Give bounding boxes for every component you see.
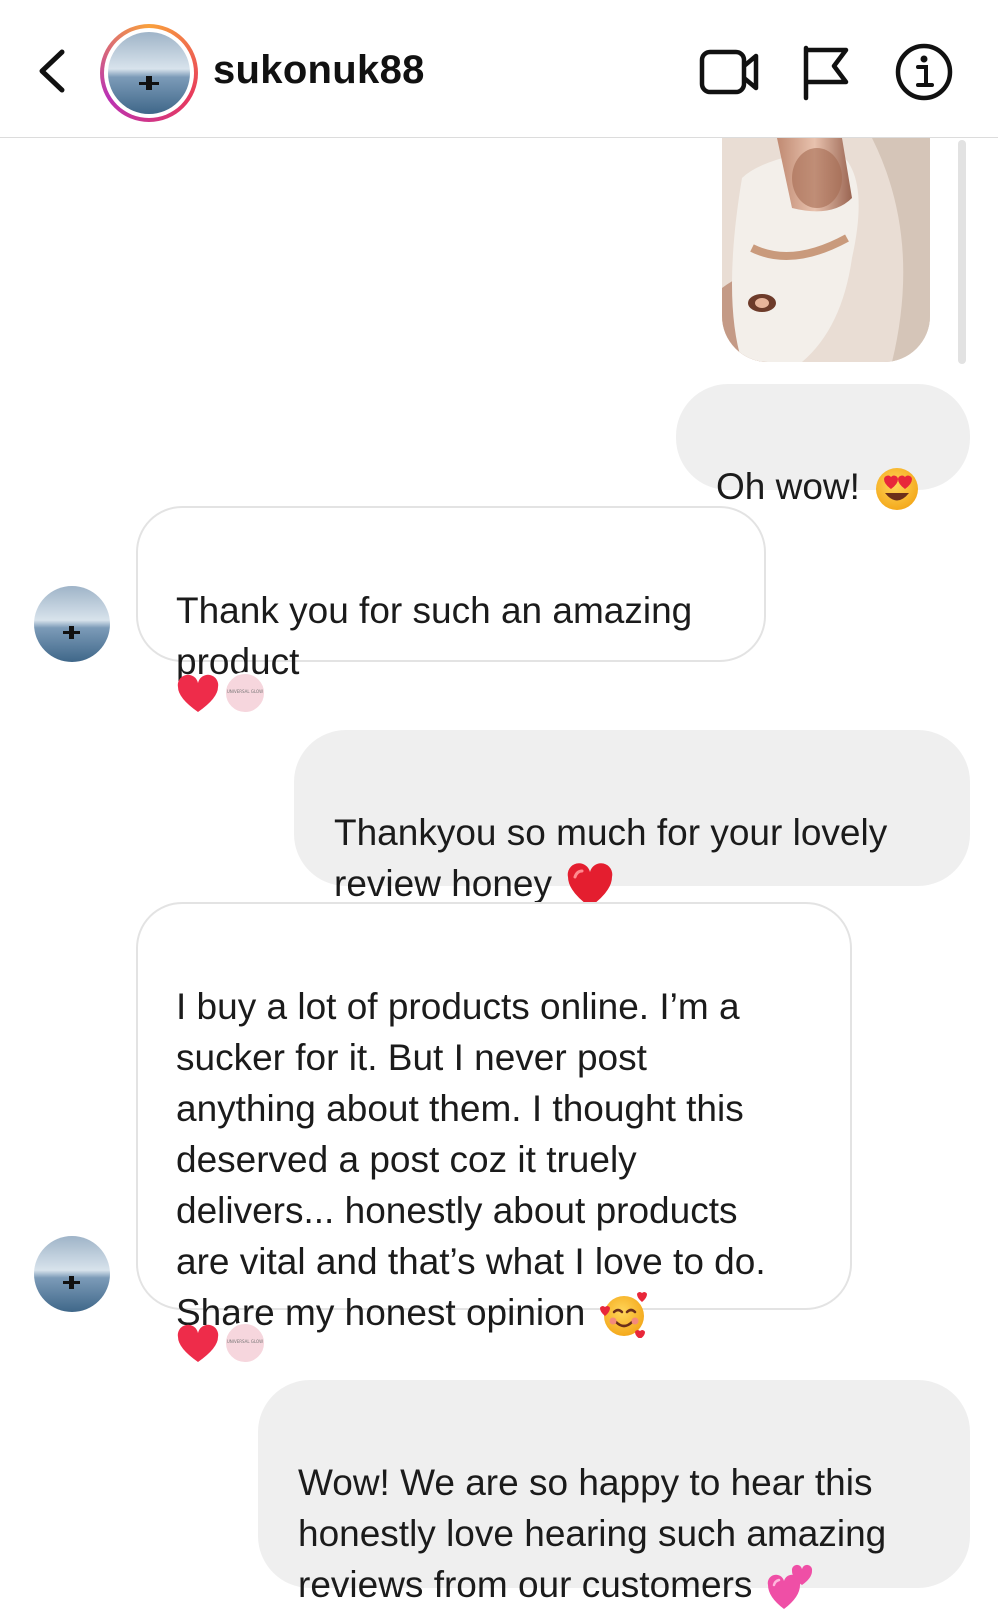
message-outgoing[interactable]: Thankyou so much for your lovely review … [294, 730, 970, 908]
avatar-photo [108, 32, 190, 114]
product-photo[interactable] [722, 138, 930, 362]
message-incoming[interactable]: Thank you for such an amazing product [136, 506, 766, 682]
message-incoming[interactable]: I buy a lot of products online. I’m a su… [136, 902, 852, 1339]
chat-header: sukonuk88 [0, 0, 998, 138]
chevron-left-icon[interactable] [32, 46, 76, 96]
profile-avatar[interactable] [100, 24, 198, 122]
message-outgoing[interactable]: Oh wow! [676, 384, 970, 511]
heart-icon[interactable] [176, 1324, 220, 1364]
reactor-avatar[interactable]: UNIVERSAL GLOW [224, 1322, 266, 1364]
flag-icon[interactable] [800, 42, 852, 102]
two-hearts-emoji [768, 1565, 813, 1610]
message-outgoing[interactable]: Wow! We are so happy to hear this honest… [258, 1380, 970, 1610]
scrollbar[interactable] [958, 140, 966, 364]
message-text: Thank you for such an amazing product [176, 590, 693, 682]
heart-icon[interactable] [176, 674, 220, 714]
reactor-avatar[interactable]: UNIVERSAL GLOW [224, 672, 266, 714]
message-text: Oh wow! [716, 466, 860, 507]
video-camera-icon[interactable] [698, 42, 760, 102]
chat-username[interactable]: sukonuk88 [213, 48, 425, 93]
sender-avatar[interactable] [34, 586, 110, 662]
heart-eyes-emoji [875, 468, 918, 511]
smiling-face-with-hearts-emoji [600, 1292, 648, 1339]
message-text: I buy a lot of products online. I’m a su… [176, 986, 766, 1333]
info-icon[interactable] [894, 42, 954, 102]
sender-avatar[interactable] [34, 1236, 110, 1312]
